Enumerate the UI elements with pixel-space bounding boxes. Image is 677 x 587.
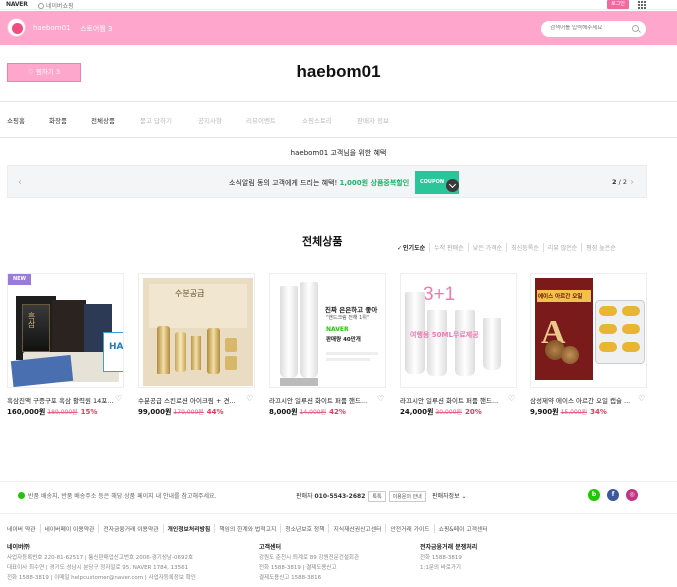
product-card[interactable]: 에이스 아르간 오일 A 삼성제약 에이스 아르간 오일 캡슐 ... ♡ 9,… bbox=[530, 273, 647, 416]
chevron-left-icon[interactable]: ‹ bbox=[18, 177, 22, 188]
product-label: 수분공급 bbox=[175, 289, 205, 298]
product-rank: 판매량 40만개 bbox=[326, 337, 361, 343]
info-icon bbox=[18, 492, 25, 499]
coupon-banner: ‹ 소식알림 동의 고객에게 드리는 혜택! 1,000원 상품중복할인 COU… bbox=[7, 165, 647, 198]
inquiry-guide-button[interactable]: 이용문의 안내 bbox=[388, 491, 426, 502]
nav-shopping-story[interactable]: 쇼핑스토리 bbox=[302, 115, 332, 125]
product-card[interactable]: 3+1 여행용 50ML무료제공 라끄시안 일루션 화이트 퍼퓸 핸드... ♡… bbox=[400, 273, 517, 416]
product-name[interactable]: 삼성제약 에이스 아르간 오일 캡슐 ... bbox=[530, 395, 642, 405]
coupon-text: 소식알림 동의 고객에게 드리는 혜택! 1,000원 상품중복할인 bbox=[229, 179, 410, 187]
seller-info-toggle[interactable]: 판매자정보 ⌄ bbox=[432, 491, 467, 500]
blog-icon[interactable]: b bbox=[588, 489, 600, 501]
product-name[interactable]: 수분공급 스킨로션 아이크림 + 견... bbox=[138, 395, 250, 405]
nav-qna[interactable]: 묻고 답하기 bbox=[140, 115, 172, 125]
footer-link-privacy[interactable]: 개인정보처리방침 bbox=[164, 524, 216, 533]
product-label: 흑삼 bbox=[27, 312, 36, 328]
global-top-bar: NAVER 네이버쇼핑 로그인 bbox=[0, 0, 677, 10]
sort-options: ✓인기도순 누적 판매순 낮은 가격순 최신등록순 리뷰 많은순 평점 높은순 bbox=[393, 243, 620, 252]
footer-link-cs-center[interactable]: 쇼핑&페이 고객센터 bbox=[435, 524, 492, 533]
product-image[interactable]: 에이스 아르간 오일 A bbox=[530, 273, 647, 388]
seller-contact: 판매자 010-5543-2682 톡톡 이용문의 안내 bbox=[296, 491, 426, 502]
nav-notice[interactable]: 공지사항 bbox=[198, 115, 222, 125]
footer-link-safe-guide[interactable]: 안전거래 가이드 bbox=[386, 524, 435, 533]
product-price: 9,900원 15,000원 34% bbox=[530, 408, 607, 416]
talk-button[interactable]: 톡톡 bbox=[368, 491, 386, 502]
footer-link-finance-terms[interactable]: 전자금융거래 이용약관 bbox=[99, 524, 164, 533]
nav-all-products[interactable]: 전체상품 bbox=[91, 115, 115, 125]
sort-reviews[interactable]: 리뷰 많은순 bbox=[544, 243, 583, 252]
product-promo: 3+1 bbox=[423, 284, 456, 305]
sort-low-price[interactable]: 낮은 가격순 bbox=[469, 243, 508, 252]
heart-icon[interactable]: ♡ bbox=[246, 394, 253, 403]
footer-company-info: 네이버㈜ 사업자등록번호 220-81-62517 | 통신판매업신고번호 20… bbox=[7, 544, 196, 581]
heart-icon[interactable]: ♡ bbox=[377, 394, 384, 403]
naver-logo[interactable]: NAVER bbox=[6, 1, 28, 8]
product-label: 에이스 아르간 오일 bbox=[538, 294, 583, 300]
new-badge: NEW bbox=[8, 274, 31, 285]
footer-dispute-info: 전자금융거래 분쟁처리 전화 1588-3819 1:1문의 바로가기 bbox=[420, 544, 478, 571]
facebook-icon[interactable]: f bbox=[607, 489, 619, 501]
product-subtext: "핸드크림 전해 1위" bbox=[326, 315, 370, 321]
check-icon: ✓ bbox=[397, 245, 403, 252]
naver-shopping-link[interactable]: 네이버쇼핑 bbox=[38, 1, 74, 10]
product-image[interactable]: NEW HA 흑삼 bbox=[7, 273, 124, 388]
store-search[interactable] bbox=[541, 21, 646, 37]
product-image[interactable]: 진짜 은은하고 좋아 "핸드크림 전해 1위" NAVER 판매량 40만개 bbox=[269, 273, 386, 388]
product-card[interactable]: NEW HA 흑삼 흑삼진액 구증구포 흑삼 활력원 14포... ♡ 160,… bbox=[7, 273, 124, 416]
product-subtext: 여행용 50ML무료제공 bbox=[410, 331, 479, 339]
footer-links: 네이버 약관 네이버페이 이용약관 전자금융거래 이용약관 개인정보처리방침 책… bbox=[7, 524, 492, 533]
return-notice: 반품 배송지, 반품 배송주소 등은 해당 상품 페이지 내 안내를 참고해주세… bbox=[18, 491, 217, 500]
nav-review-event[interactable]: 리뷰이벤트 bbox=[246, 115, 276, 125]
product-name[interactable]: 라끄시안 일루션 화이트 퍼퓸 핸드... bbox=[400, 395, 512, 405]
heart-icon[interactable]: ♡ bbox=[638, 394, 645, 403]
product-name[interactable]: 흑삼진액 구증구포 흑삼 활력원 14포... bbox=[7, 395, 119, 405]
nav-cosmetics[interactable]: 화장품 bbox=[49, 115, 67, 125]
instagram-icon[interactable]: ◎ bbox=[626, 489, 638, 501]
nav-divider-top bbox=[0, 101, 677, 102]
footer-link-liability[interactable]: 책임의 한계와 법적고지 bbox=[215, 524, 282, 533]
apps-grid-icon[interactable] bbox=[638, 1, 646, 9]
heart-icon[interactable]: ♡ bbox=[115, 394, 122, 403]
product-image[interactable]: 3+1 여행용 50ML무료제공 bbox=[400, 273, 517, 388]
product-image[interactable]: 수분공급 bbox=[138, 273, 255, 388]
footer-link-youth[interactable]: 청소년보호 정책 bbox=[281, 524, 330, 533]
nav-divider-bottom bbox=[0, 137, 677, 138]
sort-newest[interactable]: 최신등록순 bbox=[507, 243, 544, 252]
footer-link-ip-center[interactable]: 지식재산권신고센터 bbox=[329, 524, 387, 533]
store-follow-link[interactable]: 스토어찜 3 bbox=[80, 24, 112, 34]
heart-icon[interactable]: ♡ bbox=[508, 394, 515, 403]
footer-link-pay-terms[interactable]: 네이버페이 이용약관 bbox=[41, 524, 100, 533]
benefit-heading: haebom01 고객님을 위한 혜택 bbox=[290, 149, 387, 157]
sort-rating[interactable]: 평점 높은순 bbox=[582, 243, 620, 252]
footer-link-terms[interactable]: 네이버 약관 bbox=[7, 524, 41, 533]
product-card[interactable]: 수분공급 수분공급 스킨로션 아이크림 + 견... ♡ 99,000원 179,… bbox=[138, 273, 255, 416]
coupon-pager: 2 / 2 bbox=[612, 178, 627, 186]
product-headline: 진짜 은은하고 좋아 bbox=[325, 306, 378, 314]
store-title: haebom01 bbox=[296, 62, 381, 81]
product-price: 24,000원 30,000원 20% bbox=[400, 408, 482, 416]
product-card[interactable]: 진짜 은은하고 좋아 "핸드크림 전해 1위" NAVER 판매량 40만개 라… bbox=[269, 273, 386, 416]
product-name[interactable]: 라끄시안 일루션 화이트 퍼퓸 핸드... bbox=[269, 395, 381, 405]
sort-popular[interactable]: ✓인기도순 bbox=[393, 243, 431, 252]
product-price: 99,000원 179,000원 44% bbox=[138, 408, 224, 416]
search-icon[interactable] bbox=[632, 25, 639, 32]
nav-seller-info[interactable]: 판매자 정보 bbox=[357, 115, 389, 125]
shopping-icon bbox=[38, 3, 44, 9]
store-avatar[interactable] bbox=[7, 18, 26, 37]
all-products-title: 전체상품 bbox=[302, 235, 343, 248]
sort-sales[interactable]: 누적 판매순 bbox=[430, 243, 469, 252]
store-name[interactable]: haebom01 bbox=[33, 24, 71, 32]
download-icon[interactable] bbox=[446, 179, 459, 192]
product-price: 160,000원 189,000원 15% bbox=[7, 408, 98, 416]
product-brand: NAVER bbox=[326, 326, 349, 333]
nav-shopping-home[interactable]: 쇼핑홈 bbox=[7, 115, 25, 125]
product-price: 8,000원 14,000원 42% bbox=[269, 408, 346, 416]
login-button[interactable]: 로그인 bbox=[607, 0, 629, 9]
footer-cs-info: 고객센터 강원도 춘천시 퇴계로 89 강원전문건설회관 전화 1588-381… bbox=[259, 544, 360, 581]
footer-divider bbox=[0, 481, 677, 482]
search-input[interactable] bbox=[550, 25, 630, 31]
chevron-right-icon[interactable]: › bbox=[630, 177, 634, 188]
footer-divider bbox=[0, 513, 677, 514]
